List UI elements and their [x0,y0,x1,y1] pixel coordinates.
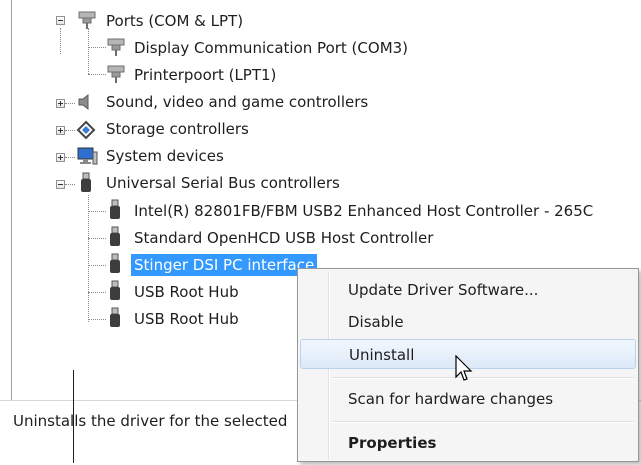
callout-line [73,370,74,463]
tree-node-label: USB Root Hub [134,310,239,328]
collapse-usb-toggle[interactable] [56,180,65,189]
menu-item-label: Disable [348,313,404,331]
usb-plug-icon [81,172,91,192]
menu-item-label: Update Driver Software... [348,281,539,299]
tree-line [65,157,75,158]
tree-line [88,238,106,239]
tree-line [88,319,106,320]
expand-storage-toggle[interactable] [56,126,65,135]
menu-item-disable[interactable]: Disable [300,307,636,337]
status-text: Uninstalls the driver for the selected [13,412,288,430]
tree-line [88,211,106,212]
port-connector-icon [107,65,125,83]
usb-plug-icon [110,280,120,300]
computer-icon [77,147,98,165]
port-connector-icon [107,38,125,56]
tree-node-label: Intel(R) 82801FB/FBM USB2 Enhanced Host … [134,202,594,220]
tree-line [60,28,61,54]
port-connector-icon [78,11,96,29]
usb-plug-icon [110,199,120,219]
tree-node-label: Sound, video and game controllers [106,93,369,111]
menu-item-label: Scan for hardware changes [348,390,554,408]
mouse-pointer-icon [455,355,473,381]
tree-line [88,47,106,48]
tree-line [65,130,75,131]
tree-node-label: Standard OpenHCD USB Host Controller [134,229,434,247]
tree-line [65,103,75,104]
expand-system-toggle[interactable] [56,153,65,162]
menu-separator [332,421,634,423]
tree-line [88,265,106,266]
storage-controller-icon [76,120,96,140]
tree-line [88,74,106,75]
menu-item-update-driver[interactable]: Update Driver Software... [300,275,636,305]
tree-node-label: Universal Serial Bus controllers [106,174,340,192]
usb-plug-icon [110,226,120,246]
tree-node-label: System devices [106,147,224,165]
usb-plug-icon [110,307,120,327]
menu-item-properties[interactable]: Properties [300,428,636,458]
speaker-icon [78,93,89,111]
tree-node-label: Ports (COM & LPT) [106,12,244,30]
menu-item-label: Properties [348,434,437,452]
tree-line [88,292,106,293]
tree-node-label: Printerpoort (LPT1) [134,66,277,84]
expand-sound-toggle[interactable] [56,99,65,108]
tree-node-label: Storage controllers [106,120,249,138]
usb-plug-icon [110,253,120,273]
tree-line [88,28,89,74]
tree-line [88,195,89,322]
menu-item-label: Uninstall [349,346,415,364]
tree-line [65,184,75,185]
tree-node-label: Display Communication Port (COM3) [134,39,409,57]
menu-item-scan-hardware[interactable]: Scan for hardware changes [300,384,636,414]
collapse-ports-toggle[interactable] [56,16,65,25]
tree-node-label: Stinger DSI PC interface [131,254,318,276]
menu-separator [332,377,634,379]
tree-node-label: USB Root Hub [134,283,239,301]
